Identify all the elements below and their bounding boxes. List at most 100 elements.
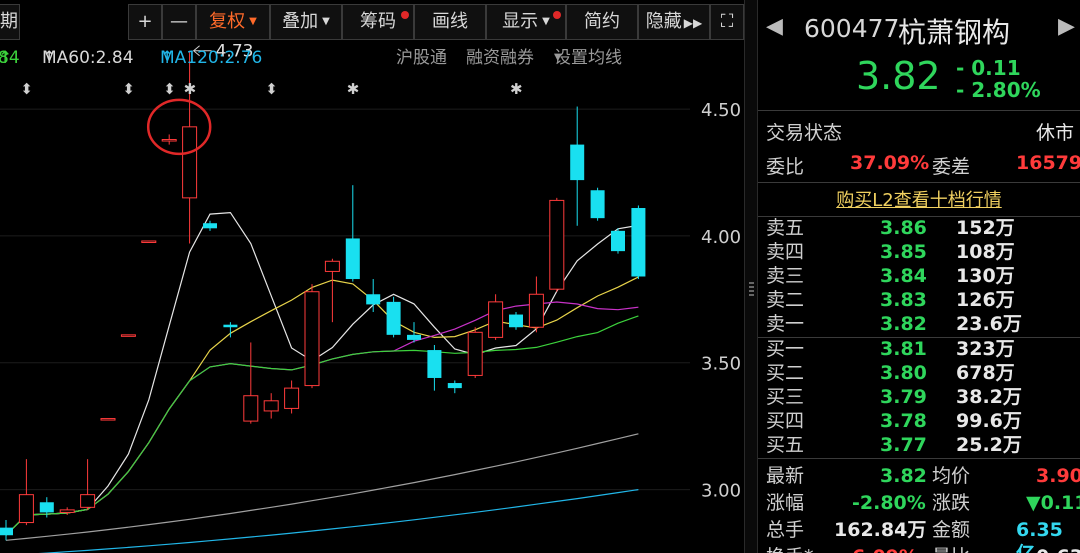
price-change: - 0.11	[956, 56, 1021, 80]
period-button[interactable]: 期	[0, 4, 20, 40]
buy-l2-link[interactable]: 购买L2查看十档行情	[836, 190, 1001, 211]
trade-status-row: 交易状态 休市	[758, 118, 1080, 144]
draw-label: 画线	[432, 11, 468, 32]
minus-icon: —	[170, 11, 188, 32]
candle-body	[223, 324, 238, 328]
book-volume: 130万	[956, 265, 1015, 287]
caret-down-icon: ▼	[554, 52, 562, 63]
ma30-line	[5, 315, 639, 536]
bid-row[interactable]: 买二 3.80 678万	[758, 361, 1080, 385]
book-price: 3.78	[880, 410, 927, 432]
next-stock-arrow-icon[interactable]: ▶	[1058, 14, 1075, 39]
price-change-pct: - 2.80%	[956, 78, 1041, 102]
book-volume: 23.6万	[956, 313, 1022, 335]
event-marker-icon: ⬍	[265, 80, 278, 98]
price-block: 3.82 - 0.11 - 2.80%	[758, 54, 1080, 102]
panel-divider[interactable]	[744, 0, 758, 553]
plus-icon: +	[137, 11, 153, 32]
book-level-label: 买一	[766, 338, 805, 360]
candle-body	[590, 190, 605, 219]
order-diff-label: 委差	[932, 156, 971, 178]
book-price: 3.81	[880, 338, 927, 360]
caret-down-icon: ▼	[322, 16, 330, 27]
bid-row[interactable]: 买四 3.78 99.6万	[758, 409, 1080, 433]
book-level-label: 买四	[766, 410, 805, 432]
book-volume: 108万	[956, 241, 1015, 263]
stock-code: 600477	[804, 14, 900, 43]
candle-body	[631, 208, 646, 277]
ask-row[interactable]: 卖五 3.86 152万	[758, 216, 1080, 240]
chips-button[interactable]: 筹码	[342, 4, 414, 40]
candle-body	[0, 527, 13, 536]
candle-body	[345, 238, 360, 280]
candle-body	[528, 293, 544, 328]
book-price: 3.84	[880, 265, 927, 287]
hgt-link[interactable]: 沪股通	[396, 44, 447, 72]
candle-body	[39, 502, 54, 513]
order-ratio-value: 37.09%	[850, 152, 930, 174]
overlay-button[interactable]: 叠加 ▼	[270, 4, 342, 40]
event-marker-icon: ✱	[347, 80, 360, 98]
caret-down-icon: ▼	[542, 16, 550, 27]
book-volume: 25.2万	[956, 434, 1022, 456]
stock-header: ◀ 600477 杭萧钢构 ▶	[758, 12, 1080, 49]
kline-chart-panel[interactable]: 4.50 4.00 3.50 3.00 4.73 ⬍ ⬍ ⬍ ✱ ⬍ ✱ ✱ 期 + — 复权 ▼ 叠加…	[0, 0, 744, 553]
trade-status-value: 休市	[1036, 122, 1075, 144]
book-volume: 99.6万	[956, 410, 1022, 432]
double-chevron-right-icon: ▶▶	[683, 16, 703, 30]
prev-stock-arrow-icon[interactable]: ◀	[766, 14, 783, 39]
book-level-label: 卖五	[766, 217, 805, 239]
chart-toolbar: 期 + — 复权 ▼ 叠加 ▼ 筹码 画线 显示 ▼ 简约 隐藏 ▶▶ ⛶	[0, 4, 744, 40]
candle-body	[80, 494, 96, 508]
divider-line	[758, 182, 1080, 183]
book-price: 3.79	[880, 386, 927, 408]
bid-row[interactable]: 买五 3.77 25.2万	[758, 433, 1080, 457]
candle-body	[120, 334, 136, 337]
candle-body	[549, 199, 565, 290]
fullscreen-button[interactable]: ⛶	[710, 4, 744, 40]
draw-line-button[interactable]: 画线	[414, 4, 486, 40]
fq-label: 复权	[209, 11, 246, 32]
avg-price-label: 均价	[932, 465, 971, 487]
candle-body	[203, 223, 217, 229]
notification-dot-icon	[401, 11, 409, 19]
highlight-circle	[146, 98, 212, 156]
candle-body	[263, 400, 279, 412]
book-volume: 38.2万	[956, 386, 1022, 408]
event-marker-icon: ✱	[184, 80, 197, 98]
bid-row[interactable]: 买一 3.81 323万	[758, 337, 1080, 361]
fq-button[interactable]: 复权 ▼	[196, 4, 270, 40]
hide-button[interactable]: 隐藏 ▶▶	[638, 4, 710, 40]
ma60-value: MA60:2.84 ↑	[42, 48, 134, 68]
candle-body	[386, 301, 401, 335]
event-marker-icon: ✱	[510, 80, 523, 98]
hide-label: 隐藏	[645, 11, 682, 32]
ma-legend-bar: 84 ↑ MA60:2.84 ↑ MA120:2.76 ↑ 沪股通 融资融券 设…	[0, 44, 744, 72]
latest-label: 最新	[766, 465, 805, 487]
kline-chart[interactable]: 4.504.003.503.004.73⬍ ⬍ ⬍ ✱ ⬍ ✱ ✱	[0, 0, 744, 553]
book-level-label: 买五	[766, 434, 805, 456]
ask-row[interactable]: 卖一 3.82 23.6万	[758, 312, 1080, 336]
candle-body	[509, 314, 523, 328]
caret-down-icon: ▼	[249, 16, 257, 27]
zoom-out-button[interactable]: —	[162, 4, 196, 40]
margin-trading-link[interactable]: 融资融券	[466, 44, 534, 72]
ask-row[interactable]: 卖三 3.84 130万	[758, 264, 1080, 288]
y-tick-label: 3.50	[701, 354, 741, 375]
ma120-value: MA120:2.76 ↑	[160, 48, 263, 68]
display-button[interactable]: 显示 ▼	[486, 4, 566, 40]
simple-button[interactable]: 简约	[566, 4, 638, 40]
book-level-label: 卖一	[766, 313, 805, 335]
ask-row[interactable]: 卖二 3.83 126万	[758, 288, 1080, 312]
candle-body	[427, 350, 442, 378]
bid-row[interactable]: 买三 3.79 38.2万	[758, 385, 1080, 409]
ask-row[interactable]: 卖四 3.85 108万	[758, 240, 1080, 264]
book-price: 3.86	[880, 217, 927, 239]
zoom-in-button[interactable]: +	[128, 4, 162, 40]
divider-line	[758, 458, 1080, 459]
expand-icon: ⛶	[720, 11, 734, 32]
book-level-label: 卖四	[766, 241, 805, 263]
volume-ratio-label: 量比	[932, 545, 970, 553]
change-value: ▼0.11	[1026, 492, 1080, 514]
book-volume: 323万	[956, 338, 1015, 360]
